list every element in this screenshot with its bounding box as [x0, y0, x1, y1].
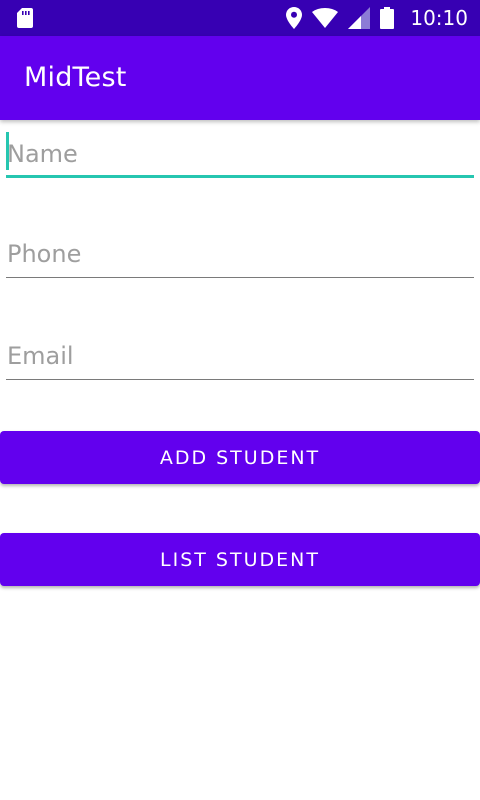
- email-underline: [6, 378, 474, 380]
- name-input[interactable]: [6, 132, 474, 176]
- app-bar: MidTest: [0, 36, 480, 120]
- sd-card-icon: [17, 8, 33, 33]
- signal-icon: [348, 7, 370, 34]
- status-time: 10:10: [410, 6, 468, 30]
- add-student-button[interactable]: ADD STUDENT: [0, 431, 480, 484]
- text-cursor: [6, 132, 9, 170]
- name-underline: [6, 175, 474, 178]
- status-bar: 10:10: [0, 0, 480, 36]
- email-input[interactable]: [6, 334, 474, 378]
- location-icon: [286, 7, 302, 34]
- phone-input[interactable]: [6, 232, 474, 276]
- phone-underline: [6, 276, 474, 278]
- email-field: [6, 334, 474, 380]
- phone-field: [6, 232, 474, 278]
- list-student-button[interactable]: LIST STUDENT: [0, 533, 480, 586]
- name-field: [6, 132, 474, 178]
- battery-icon: [380, 7, 394, 34]
- app-title: MidTest: [24, 62, 127, 93]
- wifi-icon: [312, 8, 338, 33]
